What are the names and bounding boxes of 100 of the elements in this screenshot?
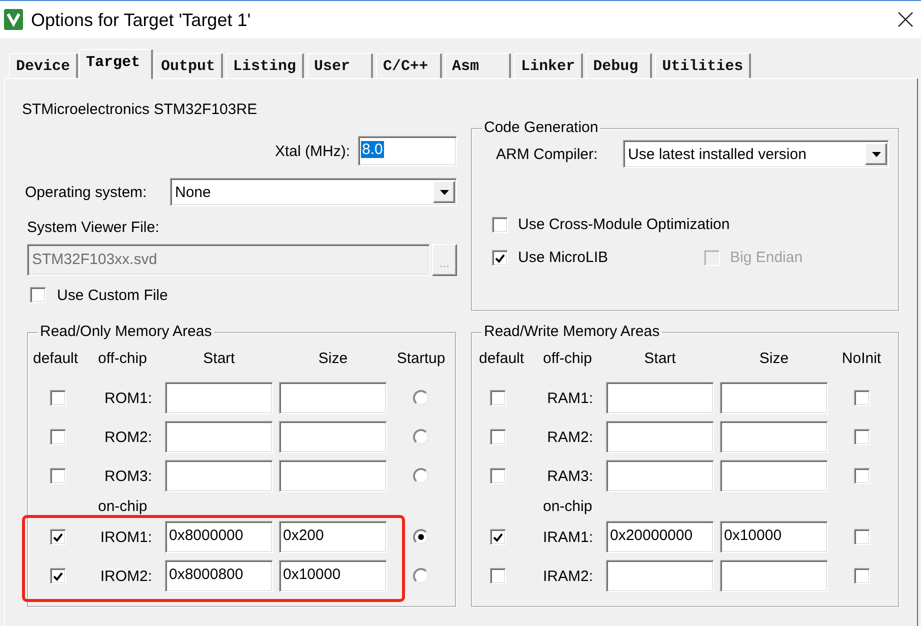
- start-address-field[interactable]: 0x20000000: [606, 521, 714, 553]
- area-label: IROM1:: [100, 528, 153, 546]
- default-checkbox[interactable]: [50, 568, 66, 584]
- xtal-field[interactable]: 8.0: [358, 136, 457, 166]
- option-checkbox[interactable]: [492, 250, 508, 266]
- column-header: Start: [202, 350, 236, 369]
- start-address-field[interactable]: [606, 421, 714, 453]
- area-label: RAM3:: [547, 468, 594, 484]
- column-header: Start: [643, 350, 677, 369]
- area-label: IROM2:: [100, 568, 153, 584]
- default-checkbox[interactable]: [490, 568, 506, 584]
- window-title: Options for Target 'Target 1': [31, 8, 251, 30]
- start-address-field[interactable]: [165, 421, 273, 453]
- size-field[interactable]: [720, 560, 828, 592]
- default-checkbox[interactable]: [490, 429, 506, 445]
- no-init-checkbox[interactable]: [854, 390, 870, 406]
- column-header: off-chip: [542, 350, 593, 369]
- caret-icon: [872, 152, 880, 156]
- size-field[interactable]: [720, 382, 828, 414]
- size-field[interactable]: 0x200: [279, 521, 387, 553]
- tab[interactable]: Device: [9, 53, 78, 78]
- tab[interactable]: Linker: [514, 53, 584, 78]
- no-init-checkbox[interactable]: [854, 529, 870, 545]
- default-checkbox[interactable]: [50, 390, 66, 406]
- column-header: Size: [317, 350, 349, 369]
- start-address-field[interactable]: [606, 460, 714, 492]
- start-address-field[interactable]: [606, 382, 714, 414]
- tab[interactable]: Debug: [586, 53, 652, 78]
- start-address-field[interactable]: 0x8000000: [165, 521, 273, 553]
- tab[interactable]: Utilities: [655, 53, 752, 78]
- size-field[interactable]: [279, 382, 387, 414]
- no-init-checkbox[interactable]: [854, 468, 870, 484]
- operating-system-label: Operating system:: [25, 184, 148, 200]
- operating-system-select[interactable]: None: [170, 178, 457, 206]
- default-checkbox[interactable]: [490, 390, 506, 406]
- tab[interactable]: Listing: [226, 53, 304, 78]
- system-viewer-file-label: System Viewer File:: [27, 219, 160, 237]
- size-field[interactable]: [279, 421, 387, 453]
- dropdown-button[interactable]: [433, 181, 455, 203]
- dropdown-button[interactable]: [865, 143, 887, 165]
- tab[interactable]: Target: [79, 49, 154, 79]
- tab[interactable]: User: [307, 53, 374, 78]
- default-checkbox[interactable]: [50, 529, 66, 545]
- option-label: Use Cross-Module Optimization: [518, 216, 730, 234]
- column-header: NoInit: [840, 350, 882, 369]
- area-label: RAM1:: [547, 390, 594, 406]
- default-checkbox[interactable]: [490, 529, 506, 545]
- area-label: IRAM1:: [542, 528, 594, 546]
- arm-compiler-label: ARM Compiler:: [496, 146, 599, 162]
- default-checkbox[interactable]: [50, 468, 66, 484]
- startup-radio[interactable]: [413, 390, 429, 406]
- area-label: ROM2:: [104, 428, 153, 446]
- column-header: Startup: [396, 350, 446, 369]
- area-label: RAM2:: [547, 428, 594, 446]
- xtal-label: Xtal (MHz):: [275, 142, 350, 160]
- default-checkbox[interactable]: [50, 429, 66, 445]
- no-init-checkbox[interactable]: [854, 429, 870, 445]
- start-address-field[interactable]: 0x8000800: [165, 560, 273, 592]
- column-header: off-chip: [97, 350, 148, 369]
- column-header: default: [33, 350, 80, 369]
- tab[interactable]: Asm: [445, 53, 512, 78]
- area-label: ROM3:: [104, 468, 153, 484]
- size-field[interactable]: [720, 421, 828, 453]
- xtal-value: 8.0: [361, 141, 384, 158]
- start-address-field[interactable]: [165, 460, 273, 492]
- column-header: default: [479, 350, 526, 369]
- start-address-field[interactable]: [606, 560, 714, 592]
- startup-radio[interactable]: [413, 429, 429, 445]
- startup-radio[interactable]: [413, 529, 429, 545]
- app-logo-icon: [4, 9, 23, 30]
- area-label: IRAM2:: [542, 568, 594, 584]
- size-field[interactable]: [720, 460, 828, 492]
- no-init-checkbox[interactable]: [854, 568, 870, 584]
- section-label: on-chip: [97, 499, 148, 514]
- tab[interactable]: Output: [154, 53, 224, 78]
- size-field[interactable]: 0x10000: [720, 521, 828, 553]
- option-label: Big Endian: [730, 249, 803, 267]
- custom-file-checkbox[interactable]: [30, 287, 46, 303]
- column-header: Size: [758, 350, 790, 369]
- close-icon: [898, 12, 913, 27]
- arm-compiler-select[interactable]: Use latest installed version: [623, 140, 889, 168]
- close-button[interactable]: [898, 12, 913, 27]
- device-name: STMicroelectronics STM32F103RE: [22, 101, 258, 119]
- checkmark-icon: [53, 532, 63, 542]
- tab[interactable]: C/C++: [376, 53, 442, 78]
- section-label: on-chip: [542, 499, 592, 514]
- startup-radio[interactable]: [413, 468, 429, 484]
- size-field[interactable]: [279, 460, 387, 492]
- checkmark-icon: [493, 532, 503, 542]
- startup-radio[interactable]: [413, 568, 429, 584]
- default-checkbox[interactable]: [490, 468, 506, 484]
- option-checkbox[interactable]: [492, 217, 508, 233]
- size-field[interactable]: 0x10000: [279, 560, 387, 592]
- group-title: Read/Write Memory Areas: [482, 323, 662, 341]
- area-label: ROM1:: [104, 390, 153, 406]
- group-title: Read/Only Memory Areas: [38, 323, 214, 341]
- checkmark-icon: [53, 572, 63, 580]
- option-label: Use MicroLIB: [518, 249, 608, 267]
- checkmark-icon: [495, 254, 505, 262]
- start-address-field[interactable]: [165, 382, 273, 414]
